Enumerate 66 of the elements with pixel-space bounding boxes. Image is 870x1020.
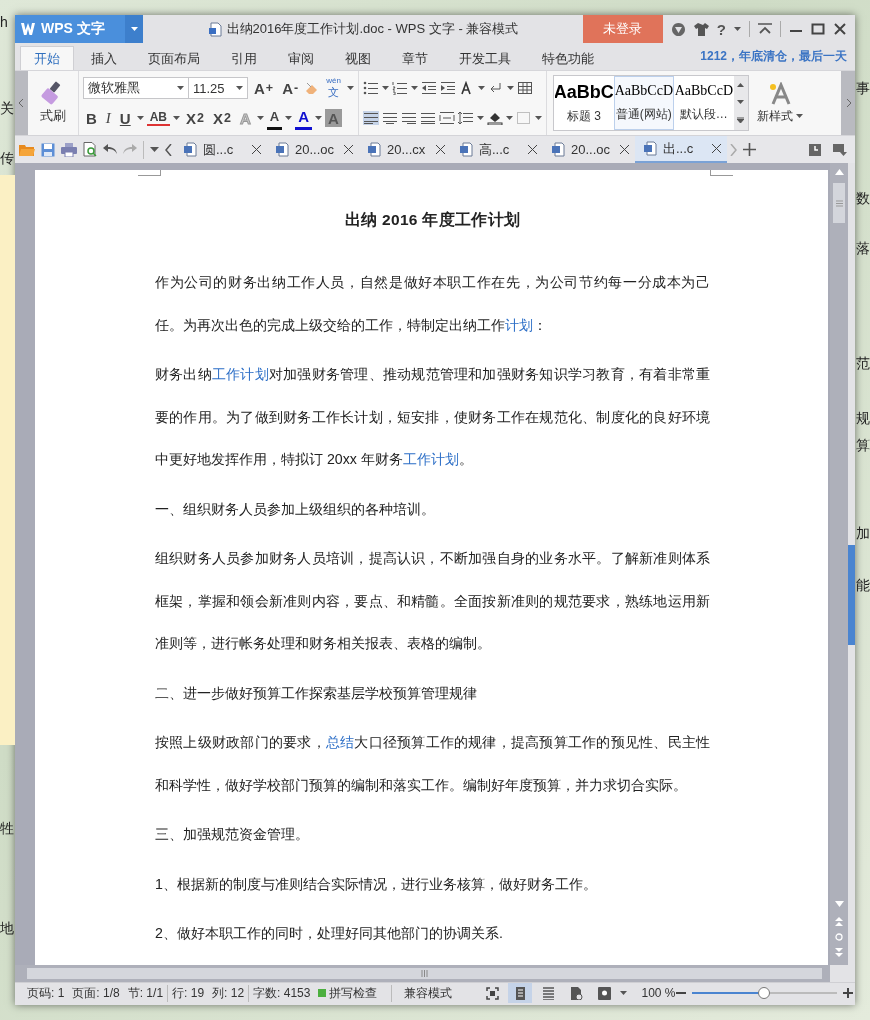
document-title: 出纳 2016 年度工作计划 bbox=[343, 210, 522, 230]
background-text: 传 bbox=[0, 150, 14, 168]
ribbon-tab[interactable]: 审阅 bbox=[274, 46, 328, 70]
status-text: 节: 1/1 bbox=[123, 984, 169, 1002]
status-text: 行: 19 bbox=[171, 984, 206, 1002]
paragraph: 财务出纳工作计划对加强财务管理、推动规范管理和加强财务知识学习教育，有着非常重要的作用。为了做到财务工作长计划，短安排，使财务工作在规范化、制度化的良好环境中更好地发挥作用，特拟订 20xx 年财务工作计划。 bbox=[155, 365, 710, 469]
document-tab[interactable]: 高...c bbox=[451, 136, 543, 163]
paragraph: 二、进一步做好预算工作探索基层学校预算管理规律 bbox=[155, 683, 478, 703]
underline-button[interactable]: U bbox=[116, 106, 134, 130]
ribbon-tab[interactable]: 页面布局 bbox=[134, 46, 214, 70]
link[interactable]: 计划 bbox=[505, 316, 533, 333]
background-text: 范 bbox=[856, 355, 870, 373]
paragraph: 2、做好本职工作的同时，处理好同其他部门的协调关系. bbox=[155, 924, 504, 943]
format-painter-button[interactable]: 式刷 bbox=[32, 81, 74, 125]
spell-check-toggle[interactable]: 拼写检查 bbox=[314, 984, 393, 1002]
ribbon-tab[interactable]: 引用 bbox=[217, 46, 271, 70]
background-text: 牲 bbox=[0, 820, 14, 838]
paragraph: 一、组织财务人员参加上级组织的各种培训。 bbox=[155, 499, 436, 519]
style-option[interactable]: AaBbCcD 普通(网站) bbox=[613, 76, 674, 130]
status-text: 列: 12 bbox=[208, 984, 250, 1002]
background-text: 算 bbox=[856, 437, 870, 455]
document-tab[interactable]: 圆...c bbox=[175, 136, 267, 163]
paragraph: 组织财务人员参加财务人员培训，提高认识，不断加强自身的业务水平。了解新准则体系框架，掌握和领会新准则内容，要点、和精髓。全面按新准则的规范要求，熟练地运用新准则等，进行帐务处理和财务相关报表、表格的编制。 bbox=[155, 549, 710, 653]
font-name-field[interactable]: 微软雅黑 bbox=[83, 77, 189, 99]
document-tab[interactable]: 20...cx bbox=[359, 136, 451, 163]
document-tab[interactable]: 出...c bbox=[635, 136, 727, 163]
link[interactable]: 工作计划 bbox=[211, 366, 269, 382]
ribbon-tab[interactable]: 开始 bbox=[20, 46, 74, 70]
background-text: 关 bbox=[0, 100, 14, 118]
window-title: 出纳2016年度工作计划.doc - WPS 文字 - 兼容模式 bbox=[226, 20, 519, 38]
paragraph: 作为公司的财务出纳工作人员，自然是做好本职工作在先，为公司节约每一分成本为己任。为再次出色的完成上级交给的工作，特制定出纳工作计划： bbox=[155, 273, 710, 335]
ribbon-tab[interactable]: 特色功能 bbox=[528, 46, 608, 70]
background-text: 加 bbox=[856, 525, 870, 543]
status-text: 页码: 1 bbox=[26, 984, 66, 1002]
italic-button[interactable]: I bbox=[102, 106, 114, 130]
font-color-button[interactable]: A bbox=[295, 106, 313, 130]
phonetic-button[interactable]: wén 文 bbox=[323, 76, 344, 100]
status-text: 页面: 1/8 bbox=[71, 984, 121, 1002]
highlight-button[interactable]: A bbox=[266, 106, 283, 130]
link[interactable]: 工作计划 bbox=[402, 451, 459, 467]
font-size-field[interactable]: 11.25 bbox=[188, 77, 248, 99]
status-text: 兼容模式 bbox=[403, 984, 454, 1002]
help-button[interactable]: ? bbox=[716, 20, 726, 38]
status-text: 字数: 4153 bbox=[252, 984, 312, 1002]
background-text: h bbox=[0, 14, 8, 30]
background-text: 能 bbox=[856, 577, 870, 595]
new-style-button[interactable]: 新样式 bbox=[748, 71, 811, 135]
background-text: 落 bbox=[856, 240, 870, 258]
paragraph: 三、加强规范资金管理。 bbox=[155, 825, 310, 844]
link[interactable]: 总结 bbox=[325, 734, 355, 750]
ribbon-tab[interactable]: 开发工具 bbox=[445, 46, 525, 70]
zoom-text: 100 % bbox=[641, 986, 676, 1000]
paragraph: 1、根据新的制度与准则结合实际情况，进行业务核算，做好财务工作。 bbox=[155, 874, 598, 894]
bold-button[interactable]: B bbox=[83, 106, 100, 130]
document-tab[interactable]: 20...oc bbox=[543, 136, 635, 163]
paragraph: 按照上级财政部门的要求，总结大口径预算工作的规律，提高预算工作的预见性、民主性和科学性，做好学校部门预算的编制和落实工作。编制好年度预算，并力求切合实际。 bbox=[155, 733, 710, 795]
document-tab[interactable]: 20...oc bbox=[267, 136, 359, 163]
background-text: 数 bbox=[856, 190, 870, 208]
background-text: 规 bbox=[856, 410, 870, 428]
background-text: 地 bbox=[0, 920, 14, 938]
ribbon-tab[interactable]: 章节 bbox=[388, 46, 442, 70]
ribbon-tab[interactable]: 插入 bbox=[77, 46, 131, 70]
background-text: 事 bbox=[856, 80, 870, 98]
promo-link[interactable]: 1212，年底清仓，最后一天 bbox=[700, 48, 847, 65]
ribbon-tab[interactable]: 视图 bbox=[331, 46, 385, 70]
strikethrough-button[interactable]: AB bbox=[146, 110, 171, 126]
